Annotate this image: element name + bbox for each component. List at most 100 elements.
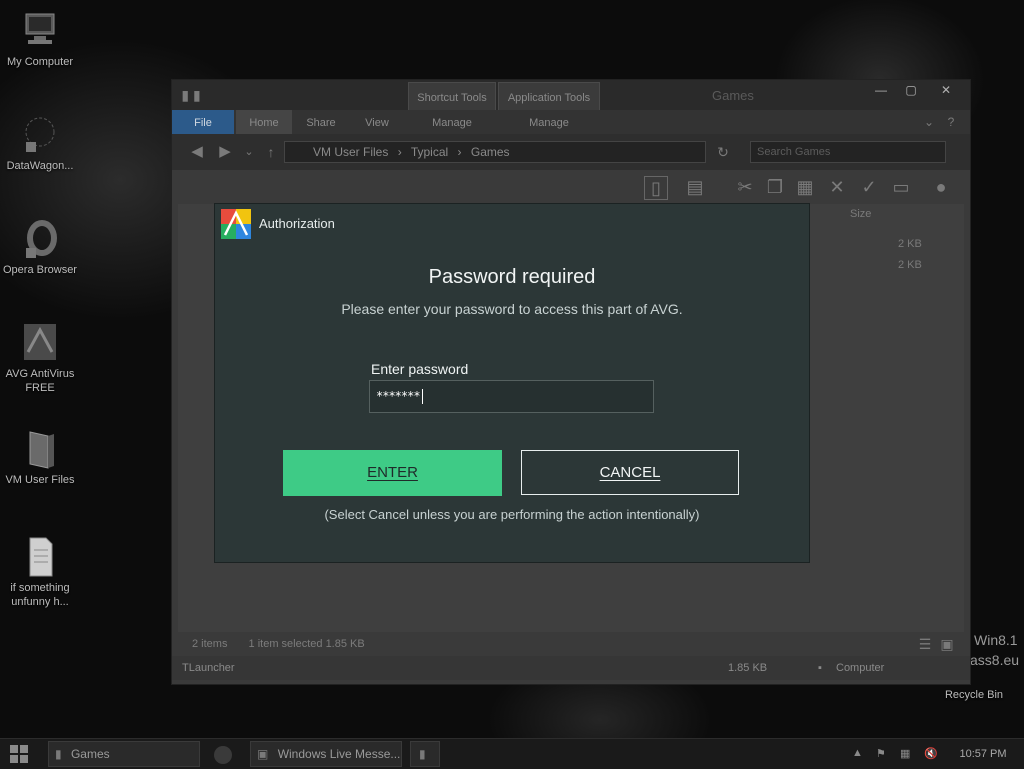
opera-taskbar-icon[interactable] (214, 746, 232, 764)
dialog-note: (Select Cancel unless you are performing… (324, 507, 700, 522)
details-bar: TLauncher 1.85 KB ▪ Computer (172, 656, 970, 680)
desktop-icon-label: DataWagon... (6, 160, 74, 172)
cut-icon[interactable]: ✂ (734, 176, 756, 198)
enter-button[interactable]: ENTER (283, 450, 502, 496)
shell-icon[interactable]: ● (930, 176, 952, 198)
breadcrumb-item[interactable]: VM User Files (313, 145, 388, 159)
windows-logo-icon (10, 745, 28, 763)
watermark-line-2: ass8.eu (970, 652, 1020, 668)
desktop-icon-label: Opera Browser (3, 264, 77, 276)
taskbar-button-avg[interactable]: ▮ (410, 741, 440, 767)
paste-icon[interactable]: ▦ (794, 176, 816, 198)
computer-icon: ▪ (818, 662, 822, 674)
cancel-button[interactable]: CANCEL (521, 450, 739, 495)
breadcrumb-item[interactable]: Games (471, 145, 510, 159)
enter-button-label: ENTER (367, 464, 418, 481)
desktop-icon-opera[interactable]: Opera Browser (0, 218, 80, 277)
taskbar-button-messenger[interactable]: ▣ Windows Live Messe... (250, 741, 402, 767)
tab-application-tools[interactable]: Application Tools (498, 82, 600, 110)
network-icon[interactable]: ▦ (900, 747, 910, 760)
desktop-icon-label: My Computer (6, 56, 74, 68)
authorization-dialog: Authorization Password required Please e… (215, 204, 809, 562)
status-item-count: 2 items (192, 638, 228, 650)
detail-name: TLauncher (182, 662, 235, 674)
properties-icon[interactable]: ▤ (684, 176, 706, 198)
volume-muted-icon[interactable]: 🔇 (924, 747, 938, 760)
address-bar[interactable]: VM User Files › Typical › Games (284, 141, 706, 163)
check-icon[interactable]: ✓ (858, 176, 880, 198)
folder-icon: ▮ (55, 747, 62, 761)
ribbon-tabs: File Home Share View Manage Manage ⌄ ? (172, 110, 970, 134)
desktop-icon-avg[interactable]: AVG AntiVirus FREE (0, 322, 80, 395)
command-toolbar: ▯ ▤ ✂ ❐ ▦ ✕ ✓ ▭ ● (172, 170, 970, 204)
desktop-icon-datawagon[interactable]: DataWagon... (0, 114, 80, 173)
datawagon-icon (20, 114, 60, 156)
file-size: 2 KB (898, 238, 922, 250)
cancel-button-label: CANCEL (599, 464, 661, 481)
address-bar-row: ◀ ▶ ⌄ ↑ VM User Files › Typical › Games … (172, 134, 970, 170)
ribbon-tab-share[interactable]: Share (294, 110, 348, 134)
password-field[interactable]: ******* (369, 380, 654, 413)
taskbar-button-games[interactable]: ▮ Games (48, 741, 200, 767)
minimize-button[interactable]: — (866, 80, 896, 100)
refresh-icon[interactable]: ↻ (712, 141, 734, 163)
taskbar-button-label: Games (70, 747, 110, 761)
file-size: 2 KB (898, 259, 922, 271)
desktop-icon-vm-user-files[interactable]: VM User Files (0, 428, 80, 487)
chevron-down-icon[interactable]: ⌄ (918, 111, 940, 133)
title-bar: ▮ ▮ ▮ ⌄ Shortcut Tools Application Tools… (172, 80, 970, 147)
back-icon[interactable]: ◀ (186, 141, 208, 163)
desktop-icon-label: if something unfunny h... (10, 582, 70, 608)
breadcrumb-separator: › (457, 145, 462, 159)
avg-icon: ▮ (419, 747, 426, 761)
delete-icon[interactable]: ✕ (826, 176, 848, 198)
ribbon-tab-home[interactable]: Home (236, 110, 292, 134)
detail-size: 1.85 KB (728, 662, 768, 674)
quick-access-toolbar-icon[interactable]: ▮ ▮ ▮ ⌄ (180, 84, 202, 147)
ribbon-tab-manage-shortcut[interactable]: Manage (408, 110, 496, 134)
computer-icon (20, 10, 60, 52)
forward-icon[interactable]: ▶ (214, 141, 236, 163)
breadcrumb-item[interactable]: Typical (411, 145, 448, 159)
rename-icon[interactable]: ▭ (890, 176, 912, 198)
desktop-icon-my-computer[interactable]: My Computer (0, 10, 80, 69)
preview-pane-icon[interactable]: ▯ (644, 176, 668, 200)
start-button[interactable] (10, 745, 28, 763)
tab-shortcut-tools[interactable]: Shortcut Tools (408, 82, 496, 110)
details-view-icon[interactable]: ☰ (914, 633, 936, 655)
desktop-icon-label: VM User Files (5, 474, 75, 486)
ribbon-tab-view[interactable]: View (350, 110, 404, 134)
action-center-flag-icon[interactable]: ⚑ (876, 747, 886, 760)
dialog-subtitle: Please enter your password to access thi… (341, 301, 683, 317)
search-input[interactable]: Search Games (750, 141, 946, 163)
taskbar-button-label: Windows Live Messe... (277, 747, 401, 761)
column-header-size[interactable]: Size (850, 208, 871, 220)
text-caret (421, 389, 423, 404)
recent-locations-icon[interactable]: ⌄ (238, 141, 260, 163)
maximize-button[interactable]: ▢ (896, 80, 926, 100)
status-selection: 1 item selected 1.85 KB (248, 638, 365, 650)
desktop-icon-text-file[interactable]: if something unfunny h... (0, 536, 80, 609)
ribbon-tab-file[interactable]: File (172, 110, 234, 134)
help-icon[interactable]: ? (940, 111, 962, 133)
opera-icon (20, 218, 60, 260)
avg-icon (20, 322, 60, 364)
window-title: Games (712, 88, 754, 103)
large-icons-view-icon[interactable]: ▣ (936, 633, 958, 655)
folder-icon (20, 428, 60, 470)
password-value: ******* (376, 389, 421, 403)
breadcrumb-separator: › (397, 145, 402, 159)
messenger-icon: ▣ (257, 747, 269, 761)
taskbar: ▮ Games ▣ Windows Live Messe... ▮ ▲ ⚑ ▦ … (0, 738, 1024, 769)
close-button[interactable]: ✕ (926, 80, 966, 100)
desktop-icon-label: AVG AntiVirus FREE (5, 368, 75, 394)
ribbon-tab-manage-application[interactable]: Manage (498, 110, 600, 134)
up-icon[interactable]: ↑ (260, 141, 282, 163)
text-file-icon (20, 536, 60, 578)
detail-location: Computer (836, 662, 885, 674)
dialog-title: Authorization (259, 216, 335, 231)
clock[interactable]: 10:57 PM (948, 739, 1018, 769)
desktop-icon-recycle-bin[interactable]: Recycle Bin (934, 688, 1014, 702)
show-hidden-icons-icon[interactable]: ▲ (852, 747, 863, 759)
copy-icon[interactable]: ❐ (764, 176, 786, 198)
